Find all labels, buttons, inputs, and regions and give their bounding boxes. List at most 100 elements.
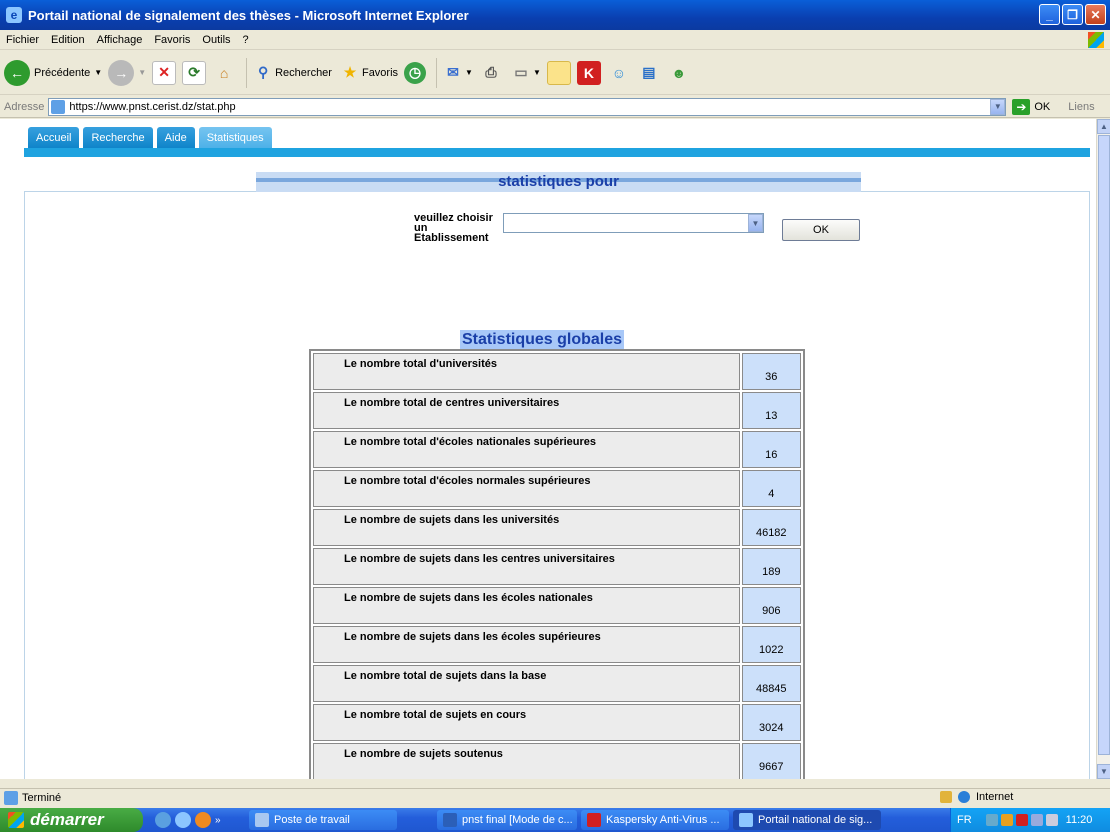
notes-button[interactable] [546, 60, 571, 85]
word-icon [443, 813, 457, 827]
forward-button[interactable]: → ▼ [108, 59, 146, 86]
stat-title: statistiques pour [256, 172, 861, 192]
stop-icon: ✕ [152, 60, 177, 85]
maximize-button[interactable]: ❐ [1062, 4, 1083, 25]
firefox-quick-icon[interactable] [195, 812, 211, 828]
establishment-select[interactable]: ▼ [503, 213, 764, 233]
messenger-button[interactable]: ☺ [607, 61, 631, 85]
mail-button[interactable]: ✉ ▼ [441, 61, 473, 85]
page-done-icon [4, 791, 18, 805]
address-input[interactable]: https://www.pnst.cerist.dz/stat.php ▼ [48, 97, 1007, 116]
stats-label: Le nombre total d'écoles normales supéri… [313, 470, 740, 507]
tab-accueil[interactable]: Accueil [28, 127, 80, 149]
stats-row: Le nombre total d'universités 36 [313, 353, 801, 390]
stats-label: Le nombre de sujets dans les universités [313, 509, 740, 546]
windows-flag-icon [8, 812, 24, 828]
research-icon: ▤ [642, 64, 656, 80]
tab-aide[interactable]: Aide [156, 127, 195, 149]
stats-row: Le nombre total d'écoles nationales supé… [313, 431, 801, 468]
menu-edition[interactable]: Edition [51, 34, 85, 46]
history-button[interactable]: ◷ [404, 61, 427, 84]
ie-icon: e [6, 7, 22, 23]
stats-value: 16 [741, 431, 801, 468]
choose-label-3: Etablissement [414, 232, 489, 244]
search-icon: ⚲ [257, 64, 269, 80]
research-button[interactable]: ▤ [637, 61, 661, 85]
scroll-up-icon[interactable]: ▲ [1097, 119, 1110, 134]
site-tabs: Accueil Recherche Aide Statistiques [28, 127, 272, 149]
quick-launch: » [155, 812, 245, 828]
address-url: https://www.pnst.cerist.dz/stat.php [69, 100, 236, 113]
task-pnst-final[interactable]: pnst final [Mode de c... [437, 810, 577, 830]
address-dropdown-icon[interactable]: ▼ [990, 98, 1006, 115]
tray-arrow-icon[interactable] [985, 814, 998, 826]
go-button[interactable]: ➔ OK [1012, 98, 1051, 115]
go-label: OK [1034, 100, 1051, 113]
stats-value: 13 [741, 392, 801, 429]
lock-icon [940, 791, 952, 803]
vertical-scrollbar[interactable]: ▲ ▼ [1096, 119, 1110, 779]
stats-value: 3024 [741, 704, 801, 741]
links-button[interactable]: Liens [1068, 101, 1094, 113]
stats-label: Le nombre total de sujets en cours [313, 704, 740, 741]
edit-button[interactable]: ▭ ▼ [509, 61, 541, 85]
language-indicator[interactable]: FR [957, 814, 972, 826]
start-button[interactable]: démarrer [0, 808, 143, 832]
chevron-down-icon[interactable]: ▼ [748, 214, 763, 232]
task-portail-national[interactable]: Portail national de sig... [733, 810, 881, 830]
stats-value: 4 [741, 470, 801, 507]
task-label: Kaspersky Anti-Virus ... [606, 814, 720, 826]
task-label: pnst final [Mode de c... [462, 814, 573, 826]
back-arrow-icon: ← [4, 59, 30, 86]
stop-button[interactable]: ✕ [152, 60, 177, 85]
task-kaspersky[interactable]: Kaspersky Anti-Virus ... [581, 810, 729, 830]
stats-label: Le nombre de sujets dans les écoles supé… [313, 626, 740, 663]
windows-logo-icon [1088, 32, 1104, 48]
menu-affichage[interactable]: Affichage [97, 34, 143, 46]
menu-outils[interactable]: Outils [202, 34, 230, 46]
kaspersky-tray-icon[interactable] [1015, 814, 1028, 826]
search-button[interactable]: ⚲ Rechercher [251, 61, 332, 85]
volume-icon[interactable] [1045, 814, 1058, 826]
home-button[interactable]: ⌂ [212, 61, 236, 85]
print-button[interactable]: ⎙ [479, 61, 503, 85]
close-button[interactable]: ✕ [1085, 4, 1106, 25]
task-poste-de-travail[interactable]: Poste de travail [249, 810, 397, 830]
refresh-button[interactable]: ⟳ [182, 60, 207, 85]
stats-label: Le nombre de sujets dans les écoles nati… [313, 587, 740, 624]
task-label: Poste de travail [274, 814, 350, 826]
choose-label-1: veuillez choisir [414, 212, 493, 224]
back-button[interactable]: ← Précédente ▼ [4, 59, 102, 86]
tab-recherche[interactable]: Recherche [83, 127, 153, 149]
stats-row: Le nombre total de sujets dans la base 48… [313, 665, 801, 702]
scroll-thumb[interactable] [1098, 135, 1110, 755]
ie-quick-icon[interactable] [175, 812, 191, 828]
stats-label: Le nombre de sujets dans les centres uni… [313, 548, 740, 585]
browser-toolbar: ← Précédente ▼ → ▼ ✕ ⟳ ⌂ ⚲ Rechercher ★ … [0, 51, 1110, 95]
establishment-label: veuillez choisir un Etablissement [414, 212, 504, 244]
tab-statistiques[interactable]: Statistiques [198, 127, 272, 149]
stats-label: Le nombre de sujets soutenus [313, 743, 740, 779]
menu-help[interactable]: ? [243, 34, 249, 46]
go-arrow-icon: ➔ [1012, 98, 1031, 115]
network-icon[interactable] [1030, 814, 1043, 826]
printer-icon: ⎙ [485, 64, 497, 80]
menu-favoris[interactable]: Favoris [154, 34, 190, 46]
stats-row: Le nombre total de sujets en cours 3024 [313, 704, 801, 741]
messenger-icon: ☺ [611, 64, 627, 81]
show-desktop-icon[interactable] [155, 812, 171, 828]
menu-fichier[interactable]: Fichier [6, 34, 39, 46]
favorites-button[interactable]: ★ Favoris [338, 61, 398, 85]
kaspersky-button[interactable]: K [576, 60, 601, 85]
address-label: Adresse [4, 100, 45, 113]
home-icon: ⌂ [219, 64, 229, 81]
scroll-down-icon[interactable]: ▼ [1097, 764, 1110, 779]
task-label: Portail national de sig... [758, 814, 873, 826]
minimize-button[interactable]: _ [1039, 4, 1060, 25]
users-button[interactable]: ☻ [667, 61, 691, 85]
menu-bar: Fichier Edition Affichage Favoris Outils… [0, 30, 1110, 50]
ok-button[interactable]: OK [782, 219, 860, 241]
stats-value: 189 [741, 548, 801, 585]
shield-icon[interactable] [1000, 814, 1013, 826]
stats-row: Le nombre de sujets dans les écoles nati… [313, 587, 801, 624]
